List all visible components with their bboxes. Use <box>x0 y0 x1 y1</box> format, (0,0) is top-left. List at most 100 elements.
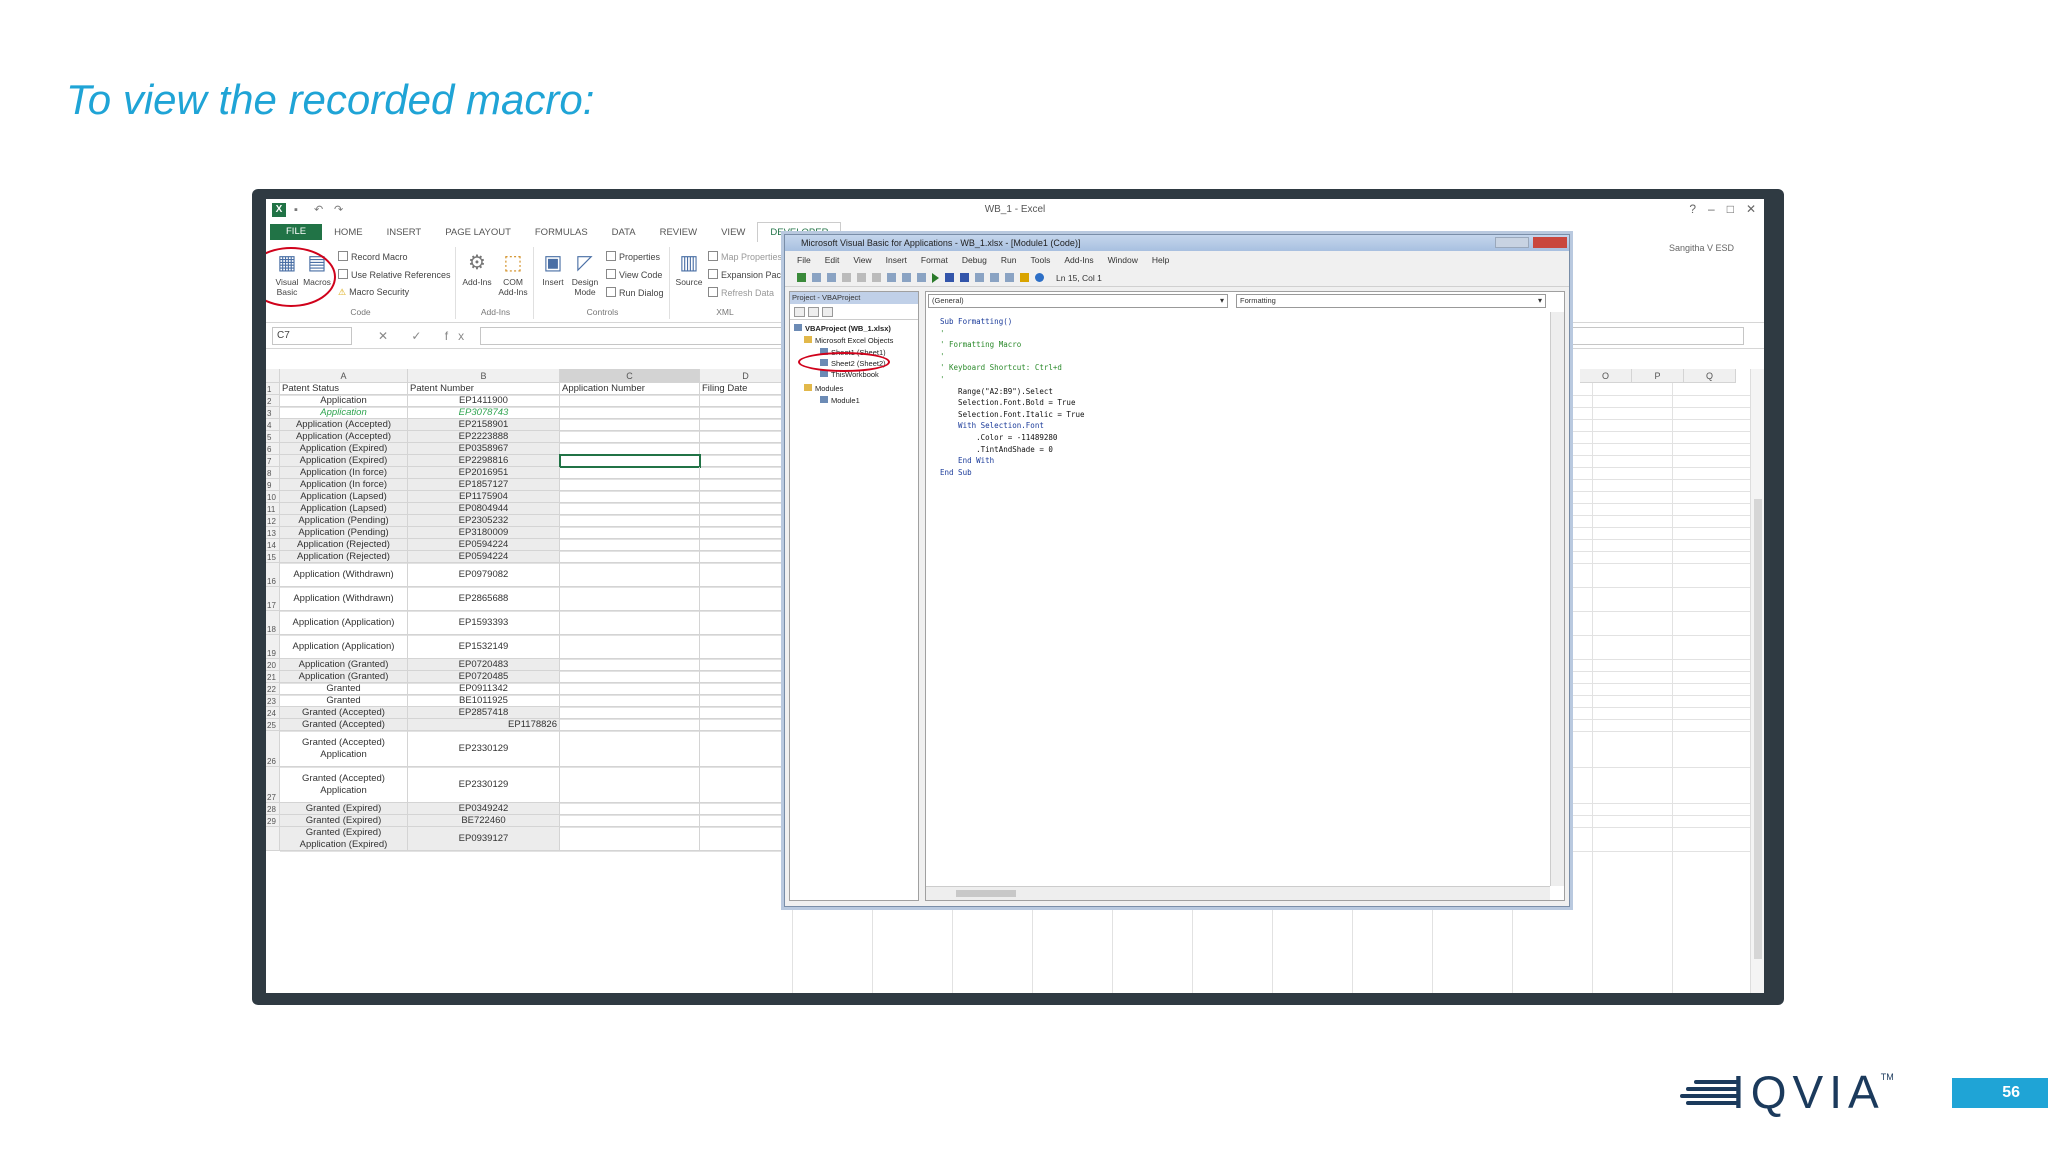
cell-filing-date[interactable] <box>700 551 792 563</box>
row-header[interactable]: 24 <box>266 707 280 719</box>
cell-patent-number[interactable]: EP0594224 <box>408 539 560 551</box>
cell-patent-number[interactable]: EP0939127 <box>408 827 560 851</box>
vba-menu-help[interactable]: Help <box>1152 255 1169 265</box>
code-editor[interactable]: Sub Formatting() ' ' Formatting Macro ' ' Ke… <box>926 312 1550 886</box>
cell-filing-date[interactable] <box>700 395 792 407</box>
row-header[interactable]: 9 <box>266 479 280 491</box>
header-cell-patent-status[interactable]: Patent Status <box>280 383 408 395</box>
cell-patent-status[interactable]: Application (In force) <box>280 479 408 491</box>
cell-application-number[interactable] <box>560 539 700 551</box>
cell-patent-number[interactable]: EP2330129 <box>408 767 560 803</box>
tree-excel-objects[interactable]: Microsoft Excel Objects <box>804 336 893 345</box>
reset-icon[interactable] <box>960 273 969 282</box>
cell-patent-status[interactable]: Granted <box>280 695 408 707</box>
vba-menu-insert[interactable]: Insert <box>886 255 907 265</box>
cell-patent-status[interactable]: Granted (Accepted) Application <box>280 731 408 767</box>
row-header[interactable]: 3 <box>266 407 280 419</box>
row-header[interactable]: 10 <box>266 491 280 503</box>
cell-application-number[interactable] <box>560 551 700 563</box>
cell-application-number[interactable] <box>560 635 700 659</box>
cell-filing-date[interactable] <box>700 815 792 827</box>
relative-references-button[interactable]: Use Relative References <box>338 269 451 280</box>
column-header-p[interactable]: P <box>1632 369 1684 383</box>
row-header[interactable]: 28 <box>266 803 280 815</box>
cell-patent-status[interactable]: Granted (Accepted) <box>280 719 408 731</box>
header-cell-filing-date[interactable]: Filing Date <box>700 383 792 395</box>
save-icon[interactable] <box>827 273 836 282</box>
cell-application-number[interactable] <box>560 815 700 827</box>
row-header[interactable]: 6 <box>266 443 280 455</box>
cell-filing-date[interactable] <box>700 527 792 539</box>
cell-patent-number[interactable]: EP0349242 <box>408 803 560 815</box>
column-header-b[interactable]: B <box>408 369 560 383</box>
cell-filing-date[interactable] <box>700 827 792 851</box>
cell-patent-status[interactable]: Application <box>280 395 408 407</box>
vba-close-button[interactable] <box>1533 237 1567 248</box>
cell-filing-date[interactable] <box>700 707 792 719</box>
cell-application-number[interactable] <box>560 719 700 731</box>
copy-icon[interactable] <box>857 273 866 282</box>
view-code-button[interactable]: View Code <box>606 269 662 280</box>
cell-patent-number[interactable]: EP3180009 <box>408 527 560 539</box>
cell-application-number[interactable] <box>560 587 700 611</box>
row-header[interactable]: 5 <box>266 431 280 443</box>
source-button[interactable]: ▥ Source <box>672 251 706 287</box>
object-browser-icon[interactable] <box>1020 273 1029 282</box>
view-code-icon[interactable] <box>794 306 805 317</box>
cell-patent-number[interactable]: EP1178826 <box>408 719 560 731</box>
cut-icon[interactable] <box>842 273 851 282</box>
cell-patent-status[interactable]: Application (In force) <box>280 467 408 479</box>
row-header[interactable]: 13 <box>266 527 280 539</box>
cell-patent-status[interactable]: Application (Pending) <box>280 515 408 527</box>
cell-patent-status[interactable]: Granted (Expired) <box>280 815 408 827</box>
cell-application-number[interactable] <box>560 671 700 683</box>
cell-patent-status[interactable]: Granted <box>280 683 408 695</box>
cell-application-number[interactable] <box>560 527 700 539</box>
cell-patent-status[interactable]: Application (Expired) <box>280 443 408 455</box>
record-macro-button[interactable]: Record Macro <box>338 251 408 262</box>
cell-patent-number[interactable]: BE1011925 <box>408 695 560 707</box>
tab-page-layout[interactable]: PAGE LAYOUT <box>433 227 523 238</box>
cell-application-number[interactable] <box>560 467 700 479</box>
cell-application-number[interactable] <box>560 803 700 815</box>
active-cell-c7[interactable] <box>559 454 701 468</box>
object-combo[interactable]: (General) <box>928 294 1228 308</box>
vba-minimize-maximize-buttons[interactable] <box>1495 237 1529 248</box>
row-header[interactable]: 19 <box>266 635 280 659</box>
design-mode-icon[interactable] <box>975 273 984 282</box>
row-header[interactable]: 1 <box>266 383 280 395</box>
cell-application-number[interactable] <box>560 683 700 695</box>
cell-patent-status[interactable]: Application (Expired) <box>280 455 408 467</box>
row-header[interactable]: 29 <box>266 815 280 827</box>
header-cell-patent-number[interactable]: Patent Number <box>408 383 560 395</box>
cell-patent-status[interactable]: Application (Granted) <box>280 671 408 683</box>
column-header-d[interactable]: D <box>700 369 792 383</box>
row-header[interactable]: 23 <box>266 695 280 707</box>
cell-patent-number[interactable]: BE722460 <box>408 815 560 827</box>
tab-view[interactable]: VIEW <box>709 227 757 238</box>
cell-patent-number[interactable]: EP2865688 <box>408 587 560 611</box>
break-icon[interactable] <box>945 273 954 282</box>
cell-patent-status[interactable]: Application (Rejected) <box>280 539 408 551</box>
cell-patent-number[interactable]: EP0720485 <box>408 671 560 683</box>
cell-patent-number[interactable]: EP2298816 <box>408 455 560 467</box>
cell-filing-date[interactable] <box>700 683 792 695</box>
cell-patent-number[interactable]: EP3078743 <box>408 407 560 419</box>
tab-insert[interactable]: INSERT <box>375 227 434 238</box>
cell-filing-date[interactable] <box>700 803 792 815</box>
view-excel-icon[interactable] <box>797 273 806 282</box>
row-header[interactable]: 15 <box>266 551 280 563</box>
cell-application-number[interactable] <box>560 611 700 635</box>
row-header[interactable]: 26 <box>266 731 280 767</box>
cell-patent-number[interactable]: EP0720483 <box>408 659 560 671</box>
cell-patent-number[interactable]: EP2016951 <box>408 467 560 479</box>
column-header-q[interactable]: Q <box>1684 369 1736 383</box>
cell-filing-date[interactable] <box>700 731 792 767</box>
properties-window-icon[interactable] <box>1005 273 1014 282</box>
cell-filing-date[interactable] <box>700 491 792 503</box>
run-dialog-button[interactable]: Run Dialog <box>606 287 664 298</box>
tree-modules[interactable]: Modules <box>804 384 843 393</box>
cell-patent-number[interactable]: EP2330129 <box>408 731 560 767</box>
cell-patent-number[interactable]: EP0594224 <box>408 551 560 563</box>
code-horizontal-scrollbar[interactable] <box>926 886 1550 900</box>
